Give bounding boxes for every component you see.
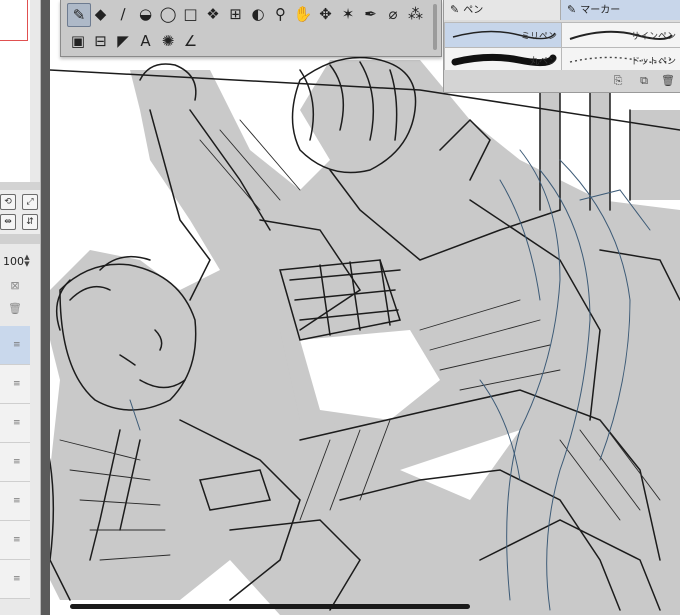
tab-label: マーカー (580, 5, 621, 16)
fill-tool-icon[interactable]: ◒ (135, 3, 157, 25)
navigator-frame-line (27, 0, 28, 40)
layer-row[interactable]: ≡ (0, 482, 30, 521)
fit-icon[interactable]: ⤢ (22, 194, 38, 210)
brush-label: 丸ペン (529, 57, 557, 67)
navigator-preview[interactable] (0, 0, 30, 183)
ruler-tool-icon[interactable]: ◤ (112, 30, 134, 52)
add-icon[interactable]: ⎘ (610, 73, 626, 89)
layer-row[interactable]: ≡ (0, 365, 30, 404)
navigator-controls: ⟲ ⤢ ⇹ ⇵ (0, 190, 40, 234)
hand-tool-icon[interactable]: ✋ (292, 3, 314, 25)
brush-label: サインペン (630, 32, 676, 42)
sub-tool-panel: ✎ ペン ✎ マーカー ミリペン サインペン 丸ペン ドットペン ⎘ ⧉ 🗑 (443, 0, 680, 93)
layer-select-tool-icon[interactable]: ❖ (202, 3, 224, 25)
drag-handle-icon[interactable]: ≡ (13, 496, 21, 506)
stamp-tool-icon[interactable]: ⊞ (225, 3, 247, 25)
delete-layer-icon[interactable]: 🗑 (6, 302, 24, 316)
pen-tool-icon[interactable]: ✎ (67, 3, 91, 27)
decoration-tool-icon[interactable]: ⁂ (405, 3, 427, 25)
palette-scrollbar[interactable] (433, 4, 437, 50)
panel-divider (0, 182, 40, 190)
frame-tool-icon[interactable]: ⊟ (90, 30, 112, 52)
brush-label: ドットペン (630, 57, 676, 67)
opacity-value[interactable]: 100 (3, 255, 24, 268)
droplet-tool-icon[interactable]: ◐ (247, 3, 269, 25)
layer-row[interactable]: ≡ (0, 443, 30, 482)
brush-tool-icon[interactable]: ∕ (112, 3, 134, 25)
marker-tool-icon[interactable]: ⌀ (382, 3, 404, 25)
sub-tool-footer: ⎘ ⧉ 🗑 (444, 70, 680, 92)
opacity-stepper[interactable]: ▲ ▼ (22, 254, 32, 268)
correction-tool-icon[interactable]: ∠ (180, 30, 202, 52)
layer-mask-icon[interactable]: ⊠ (6, 279, 24, 293)
panel-divider (0, 234, 40, 244)
gradient-tool-icon[interactable]: ▣ (67, 30, 89, 52)
eraser-tool-icon[interactable]: ◆ (90, 3, 112, 25)
rect-select-tool-icon[interactable]: □ (180, 3, 202, 25)
tool-palette: ✎ ◆ ∕ ◒ ◯ □ ❖ ⊞ ◐ ⚲ ✋ ✥ ✶ ✒ ⌀ ⁂ ▣ ⊟ ◤ A ✺ ∠ (60, 0, 442, 57)
drag-handle-icon[interactable]: ≡ (13, 457, 21, 467)
drag-handle-icon[interactable]: ≡ (13, 574, 21, 584)
pen-icon: ✎ (450, 3, 460, 16)
brush-label: ミリペン (520, 32, 557, 42)
marker-icon: ✎ (567, 3, 577, 16)
brush-item-sign-pen[interactable]: サインペン (561, 22, 680, 48)
drag-handle-icon[interactable]: ≡ (13, 535, 21, 545)
layer-row[interactable]: ≡ (0, 560, 30, 599)
layer-row[interactable]: ≡ (0, 326, 30, 365)
layer-panel: ⟲ ⤢ ⇹ ⇵ 100 ▲ ▼ ⊠ 🗑 ≡ ≡ ≡ ≡ ≡ ≡ ≡ (0, 0, 41, 615)
duplicate-icon[interactable]: ⧉ (636, 73, 652, 89)
text-tool-icon[interactable]: A (135, 30, 157, 52)
lasso-tool-icon[interactable]: ◯ (157, 3, 179, 25)
flip-vertical-icon[interactable]: ⇵ (22, 214, 38, 230)
home-indicator[interactable] (70, 604, 470, 609)
panel-gutter (40, 0, 50, 615)
tool-grid: ✎ ◆ ∕ ◒ ◯ □ ❖ ⊞ ◐ ⚲ ✋ ✥ ✶ ✒ ⌀ ⁂ ▣ ⊟ ◤ A ✺ ∠ (63, 3, 435, 55)
rotate-icon[interactable]: ⟲ (0, 194, 16, 210)
trash-icon[interactable]: 🗑 (660, 73, 676, 89)
layer-row[interactable]: ≡ (0, 521, 30, 560)
layer-row[interactable]: ≡ (0, 404, 30, 443)
tab-label: ペン (463, 5, 484, 16)
drag-handle-icon[interactable]: ≡ (13, 418, 21, 428)
brush-item-mirror-pen[interactable]: ミリペン (444, 22, 562, 48)
pen-nib-tool-icon[interactable]: ✒ (360, 3, 382, 25)
drag-handle-icon[interactable]: ≡ (13, 340, 21, 350)
sparkle-tool-icon[interactable]: ✶ (337, 3, 359, 25)
move-tool-icon[interactable]: ✥ (315, 3, 337, 25)
drag-handle-icon[interactable]: ≡ (13, 379, 21, 389)
zoom-tool-icon[interactable]: ⚲ (270, 3, 292, 25)
balloon-tool-icon[interactable]: ✺ (157, 30, 179, 52)
flip-horizontal-icon[interactable]: ⇹ (0, 214, 16, 230)
tab-pen[interactable]: ✎ ペン (444, 0, 561, 20)
tab-marker[interactable]: ✎ マーカー (561, 0, 680, 20)
navigator-frame-line (0, 40, 28, 41)
